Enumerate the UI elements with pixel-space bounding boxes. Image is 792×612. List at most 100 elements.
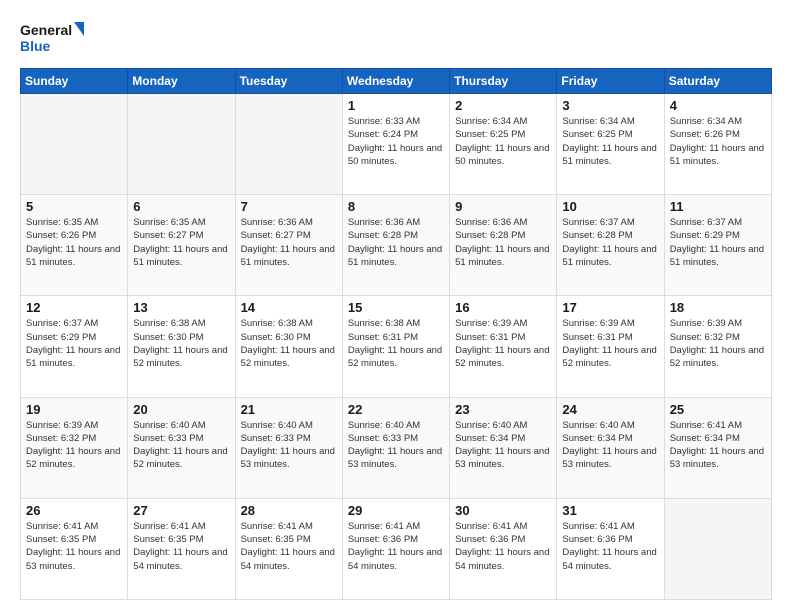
day-info: Sunrise: 6:40 AMSunset: 6:33 PMDaylight:…: [133, 419, 229, 472]
calendar-cell: 26 Sunrise: 6:41 AMSunset: 6:35 PMDayligh…: [21, 498, 128, 599]
calendar-table: SundayMondayTuesdayWednesdayThursdayFrid…: [20, 68, 772, 600]
day-number: 18: [670, 300, 766, 315]
calendar-cell: 22 Sunrise: 6:40 AMSunset: 6:33 PMDayligh…: [342, 397, 449, 498]
day-number: 3: [562, 98, 658, 113]
day-number: 27: [133, 503, 229, 518]
calendar-cell: 29 Sunrise: 6:41 AMSunset: 6:36 PMDayligh…: [342, 498, 449, 599]
day-number: 1: [348, 98, 444, 113]
calendar-cell: 19Sunrise: 6:39 AMSunset: 6:32 PMDayligh…: [21, 397, 128, 498]
day-number: 2: [455, 98, 551, 113]
day-info: Sunrise: 6:40 AMSunset: 6:34 PMDaylight:…: [455, 419, 551, 472]
day-info: Sunrise: 6:34 AMSunset: 6:25 PMDaylight:…: [562, 115, 658, 168]
day-number: 26: [26, 503, 122, 518]
day-number: 6: [133, 199, 229, 214]
day-number: 23: [455, 402, 551, 417]
calendar-cell: 12 Sunrise: 6:37 AMSunset: 6:29 PMDayligh…: [21, 296, 128, 397]
day-info: Sunrise: 6:40 AMSunset: 6:33 PMDaylight:…: [348, 419, 444, 472]
calendar-cell: [235, 94, 342, 195]
day-number: 24: [562, 402, 658, 417]
day-info: Sunrise: 6:40 AMSunset: 6:33 PMDaylight:…: [241, 419, 337, 472]
day-info: Sunrise: 6:36 AMSunset: 6:28 PMDaylight:…: [348, 216, 444, 269]
day-info: Sunrise: 6:41 AMSunset: 6:34 PMDaylight:…: [670, 419, 766, 472]
calendar-week-3: 12 Sunrise: 6:37 AMSunset: 6:29 PMDayligh…: [21, 296, 772, 397]
col-header-saturday: Saturday: [664, 69, 771, 94]
calendar-cell: 31Sunrise: 6:41 AMSunset: 6:36 PMDayligh…: [557, 498, 664, 599]
day-number: 30: [455, 503, 551, 518]
calendar-cell: 25Sunrise: 6:41 AMSunset: 6:34 PMDayligh…: [664, 397, 771, 498]
calendar-cell: 14 Sunrise: 6:38 AMSunset: 6:30 PMDayligh…: [235, 296, 342, 397]
day-info: Sunrise: 6:39 AMSunset: 6:32 PMDaylight:…: [26, 419, 122, 472]
calendar-cell: 27 Sunrise: 6:41 AMSunset: 6:35 PMDayligh…: [128, 498, 235, 599]
day-number: 10: [562, 199, 658, 214]
calendar-week-4: 19Sunrise: 6:39 AMSunset: 6:32 PMDayligh…: [21, 397, 772, 498]
calendar-cell: 11Sunrise: 6:37 AMSunset: 6:29 PMDayligh…: [664, 195, 771, 296]
calendar-cell: 10Sunrise: 6:37 AMSunset: 6:28 PMDayligh…: [557, 195, 664, 296]
day-number: 21: [241, 402, 337, 417]
calendar-cell: 20 Sunrise: 6:40 AMSunset: 6:33 PMDayligh…: [128, 397, 235, 498]
col-header-friday: Friday: [557, 69, 664, 94]
calendar-cell: 30 Sunrise: 6:41 AMSunset: 6:36 PMDayligh…: [450, 498, 557, 599]
day-number: 5: [26, 199, 122, 214]
calendar-cell: 6 Sunrise: 6:35 AMSunset: 6:27 PMDaylight…: [128, 195, 235, 296]
page: GeneralBlue SundayMondayTuesdayWednesday…: [0, 0, 792, 612]
calendar-cell: 17 Sunrise: 6:39 AMSunset: 6:31 PMDayligh…: [557, 296, 664, 397]
day-number: 13: [133, 300, 229, 315]
col-header-thursday: Thursday: [450, 69, 557, 94]
day-number: 12: [26, 300, 122, 315]
day-info: Sunrise: 6:40 AMSunset: 6:34 PMDaylight:…: [562, 419, 658, 472]
calendar-cell: 3 Sunrise: 6:34 AMSunset: 6:25 PMDaylight…: [557, 94, 664, 195]
day-number: 20: [133, 402, 229, 417]
calendar-week-5: 26 Sunrise: 6:41 AMSunset: 6:35 PMDayligh…: [21, 498, 772, 599]
calendar-cell: 5 Sunrise: 6:35 AMSunset: 6:26 PMDaylight…: [21, 195, 128, 296]
day-info: Sunrise: 6:35 AMSunset: 6:27 PMDaylight:…: [133, 216, 229, 269]
calendar-cell: 15Sunrise: 6:38 AMSunset: 6:31 PMDayligh…: [342, 296, 449, 397]
calendar-cell: [664, 498, 771, 599]
day-number: 29: [348, 503, 444, 518]
day-number: 15: [348, 300, 444, 315]
day-number: 22: [348, 402, 444, 417]
day-info: Sunrise: 6:35 AMSunset: 6:26 PMDaylight:…: [26, 216, 122, 269]
day-info: Sunrise: 6:41 AMSunset: 6:36 PMDaylight:…: [348, 520, 444, 573]
day-info: Sunrise: 6:38 AMSunset: 6:30 PMDaylight:…: [241, 317, 337, 370]
calendar-cell: 13Sunrise: 6:38 AMSunset: 6:30 PMDayligh…: [128, 296, 235, 397]
calendar-cell: 23 Sunrise: 6:40 AMSunset: 6:34 PMDayligh…: [450, 397, 557, 498]
day-info: Sunrise: 6:34 AMSunset: 6:26 PMDaylight:…: [670, 115, 766, 168]
day-info: Sunrise: 6:41 AMSunset: 6:35 PMDaylight:…: [133, 520, 229, 573]
day-info: Sunrise: 6:41 AMSunset: 6:36 PMDaylight:…: [455, 520, 551, 573]
day-number: 7: [241, 199, 337, 214]
day-info: Sunrise: 6:37 AMSunset: 6:29 PMDaylight:…: [26, 317, 122, 370]
day-info: Sunrise: 6:39 AMSunset: 6:31 PMDaylight:…: [562, 317, 658, 370]
day-number: 4: [670, 98, 766, 113]
day-number: 28: [241, 503, 337, 518]
calendar-cell: 2 Sunrise: 6:34 AMSunset: 6:25 PMDaylight…: [450, 94, 557, 195]
calendar-week-1: 1Sunrise: 6:33 AMSunset: 6:24 PMDaylight…: [21, 94, 772, 195]
calendar-cell: 1Sunrise: 6:33 AMSunset: 6:24 PMDaylight…: [342, 94, 449, 195]
day-info: Sunrise: 6:41 AMSunset: 6:35 PMDaylight:…: [26, 520, 122, 573]
svg-text:Blue: Blue: [20, 38, 51, 54]
day-number: 8: [348, 199, 444, 214]
calendar-cell: 24 Sunrise: 6:40 AMSunset: 6:34 PMDayligh…: [557, 397, 664, 498]
day-number: 9: [455, 199, 551, 214]
calendar-cell: 7Sunrise: 6:36 AMSunset: 6:27 PMDaylight…: [235, 195, 342, 296]
day-info: Sunrise: 6:39 AMSunset: 6:31 PMDaylight:…: [455, 317, 551, 370]
calendar-cell: 18 Sunrise: 6:39 AMSunset: 6:32 PMDayligh…: [664, 296, 771, 397]
svg-text:General: General: [20, 22, 72, 38]
day-info: Sunrise: 6:39 AMSunset: 6:32 PMDaylight:…: [670, 317, 766, 370]
day-number: 31: [562, 503, 658, 518]
calendar-cell: 9 Sunrise: 6:36 AMSunset: 6:28 PMDaylight…: [450, 195, 557, 296]
day-number: 11: [670, 199, 766, 214]
col-header-sunday: Sunday: [21, 69, 128, 94]
logo: GeneralBlue: [20, 18, 90, 58]
day-info: Sunrise: 6:34 AMSunset: 6:25 PMDaylight:…: [455, 115, 551, 168]
calendar-cell: 4 Sunrise: 6:34 AMSunset: 6:26 PMDaylight…: [664, 94, 771, 195]
calendar-cell: 8 Sunrise: 6:36 AMSunset: 6:28 PMDaylight…: [342, 195, 449, 296]
day-number: 16: [455, 300, 551, 315]
header: GeneralBlue: [20, 18, 772, 58]
calendar-cell: [128, 94, 235, 195]
day-info: Sunrise: 6:36 AMSunset: 6:28 PMDaylight:…: [455, 216, 551, 269]
col-header-wednesday: Wednesday: [342, 69, 449, 94]
day-number: 17: [562, 300, 658, 315]
col-header-monday: Monday: [128, 69, 235, 94]
day-number: 14: [241, 300, 337, 315]
calendar-cell: 28Sunrise: 6:41 AMSunset: 6:35 PMDayligh…: [235, 498, 342, 599]
